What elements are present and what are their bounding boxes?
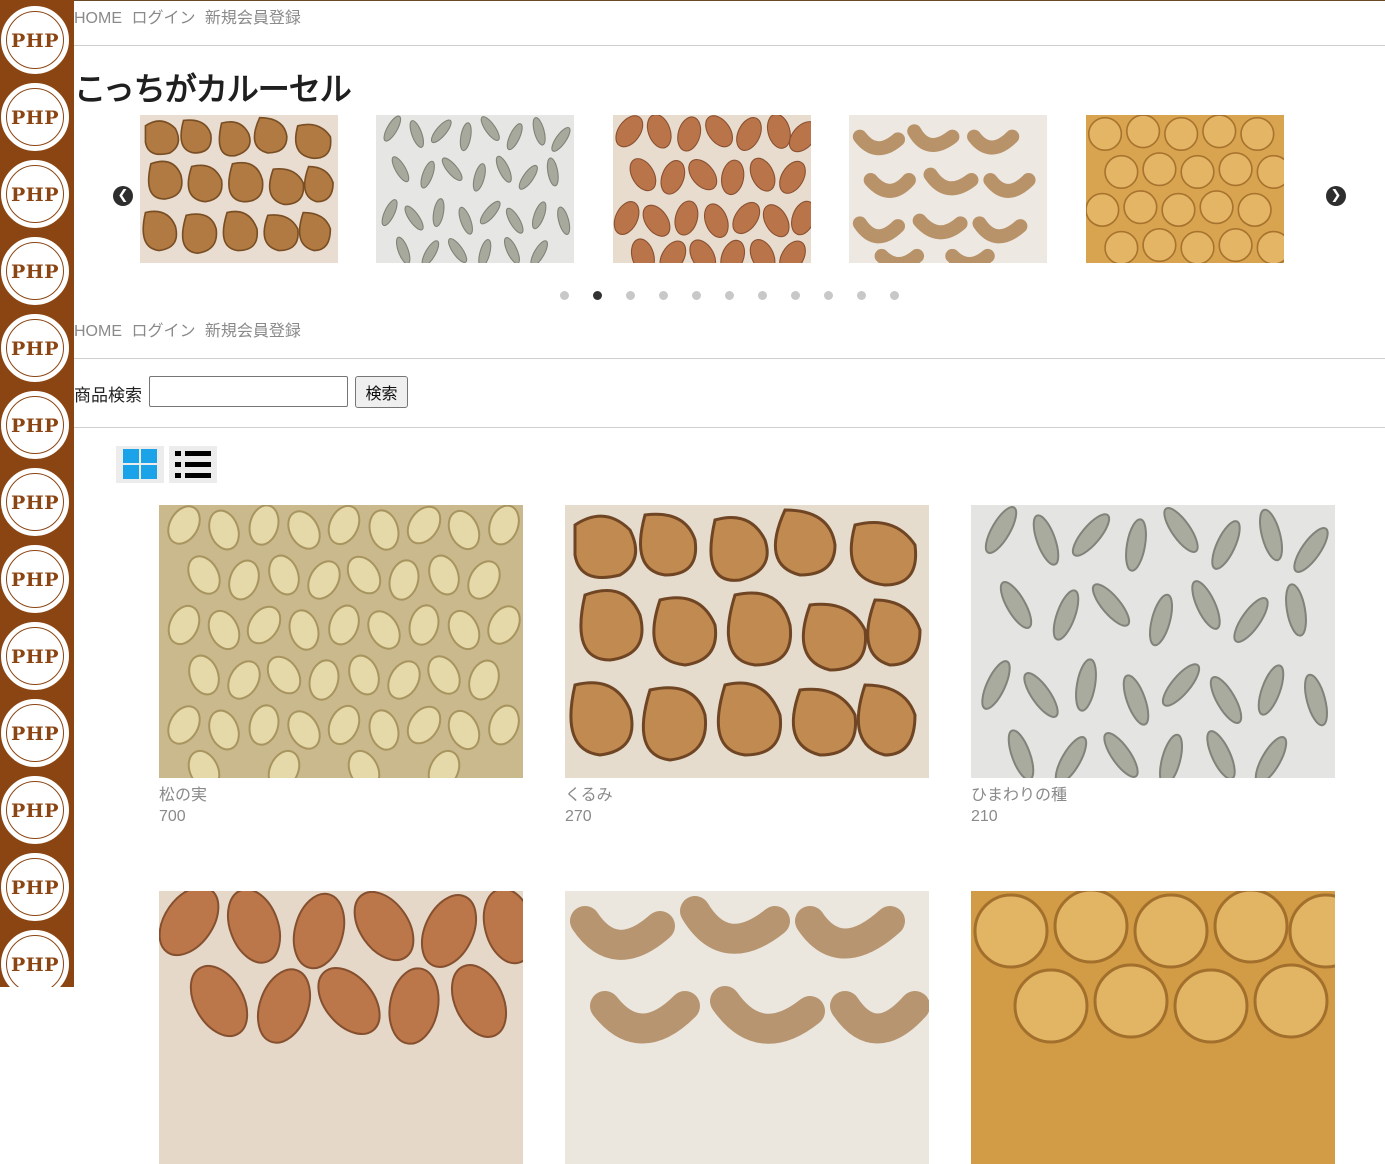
carousel-slide-almond[interactable] xyxy=(613,115,811,263)
product-image-giant-corn[interactable] xyxy=(971,891,1335,1164)
search-input[interactable] xyxy=(149,376,348,407)
top-nav: HOME ログイン 新規会員登録 xyxy=(74,4,306,28)
carousel-next-button[interactable]: ❯ xyxy=(1326,186,1346,206)
product-price: 210 xyxy=(971,808,998,825)
almond-image xyxy=(159,891,523,1164)
carousel-dot[interactable] xyxy=(758,291,767,300)
php-badge-icon: PHP xyxy=(1,160,69,228)
carousel-dots xyxy=(74,291,1385,301)
carousel-dot-active[interactable] xyxy=(593,291,602,300)
php-badge-icon: PHP xyxy=(1,468,69,536)
carousel-dot[interactable] xyxy=(560,291,569,300)
php-badge-icon: PHP xyxy=(1,83,69,151)
carousel-dot[interactable] xyxy=(626,291,635,300)
nav-register-link[interactable]: 新規会員登録 xyxy=(205,10,301,27)
nav-login-link[interactable]: ログイン xyxy=(131,323,195,340)
search-label: 商品検索 xyxy=(74,386,142,405)
sunflower-seed-image xyxy=(376,115,574,263)
divider xyxy=(74,358,1385,359)
php-badge-icon: PHP xyxy=(1,391,69,459)
carousel-title: こっちがカルーセル xyxy=(74,70,352,108)
php-badge-icon: PHP xyxy=(1,930,69,987)
nav-home-link[interactable]: HOME xyxy=(74,10,122,27)
walnut-image xyxy=(565,505,929,778)
sunflower-seed-image xyxy=(971,505,1335,778)
php-badge-icon: PHP xyxy=(1,545,69,613)
walnut-image xyxy=(140,115,338,263)
php-badge-icon: PHP xyxy=(1,314,69,382)
product-name[interactable]: ひまわりの種 xyxy=(971,781,1067,805)
grid-view-button[interactable] xyxy=(116,446,164,483)
product-name[interactable]: くるみ xyxy=(565,781,613,805)
carousel-slide-walnut[interactable] xyxy=(140,115,338,263)
chevron-left-icon: ❮ xyxy=(117,188,129,203)
product-name[interactable]: 松の実 xyxy=(159,781,207,805)
carousel-prev-button[interactable]: ❮ xyxy=(113,186,133,206)
product-price: 700 xyxy=(159,808,186,825)
product-image-walnut[interactable] xyxy=(565,505,929,778)
nav-login-link[interactable]: ログイン xyxy=(131,10,195,27)
second-nav: HOME ログイン 新規会員登録 xyxy=(74,317,306,341)
php-badge-icon: PHP xyxy=(1,6,69,74)
divider xyxy=(74,427,1385,428)
carousel-dot[interactable] xyxy=(791,291,800,300)
carousel-dot[interactable] xyxy=(890,291,899,300)
cashew-image xyxy=(565,891,929,1164)
carousel-dot[interactable] xyxy=(824,291,833,300)
cashew-image xyxy=(849,115,1047,263)
sidebar-php-column: PHP PHP PHP PHP PHP PHP PHP PHP PHP PHP … xyxy=(0,0,74,987)
product-image-cashew[interactable] xyxy=(565,891,929,1164)
product-image-pine-nut[interactable] xyxy=(159,505,523,778)
php-badge-icon: PHP xyxy=(1,699,69,767)
search-button[interactable]: 検索 xyxy=(355,376,408,408)
top-border xyxy=(74,0,1385,1)
list-view-button[interactable] xyxy=(169,446,217,483)
almond-image xyxy=(613,115,811,263)
list-view-icon xyxy=(175,451,211,478)
carousel-slide-cashew[interactable] xyxy=(849,115,1047,263)
giant-corn-image xyxy=(971,891,1335,1164)
product-price: 270 xyxy=(565,808,592,825)
grid-view-icon xyxy=(123,449,157,479)
carousel-dot[interactable] xyxy=(857,291,866,300)
giant-corn-image xyxy=(1086,115,1284,263)
carousel-dot[interactable] xyxy=(725,291,734,300)
carousel-slide-giant-corn[interactable] xyxy=(1086,115,1284,263)
nav-home-link[interactable]: HOME xyxy=(74,323,122,340)
carousel-dot[interactable] xyxy=(692,291,701,300)
chevron-right-icon: ❯ xyxy=(1330,188,1342,203)
divider xyxy=(74,45,1385,46)
product-image-sunflower-seed[interactable] xyxy=(971,505,1335,778)
nav-register-link[interactable]: 新規会員登録 xyxy=(205,323,301,340)
php-badge-icon: PHP xyxy=(1,622,69,690)
php-badge-icon: PHP xyxy=(1,776,69,844)
main-content: HOME ログイン 新規会員登録 こっちがカルーセル ❮ ❯ HOME ログイン… xyxy=(74,0,1385,1164)
carousel-dot[interactable] xyxy=(659,291,668,300)
carousel-slide-sunflower-seed[interactable] xyxy=(376,115,574,263)
pine-nut-image xyxy=(159,505,523,778)
product-image-almond[interactable] xyxy=(159,891,523,1164)
php-badge-icon: PHP xyxy=(1,237,69,305)
php-badge-icon: PHP xyxy=(1,853,69,921)
